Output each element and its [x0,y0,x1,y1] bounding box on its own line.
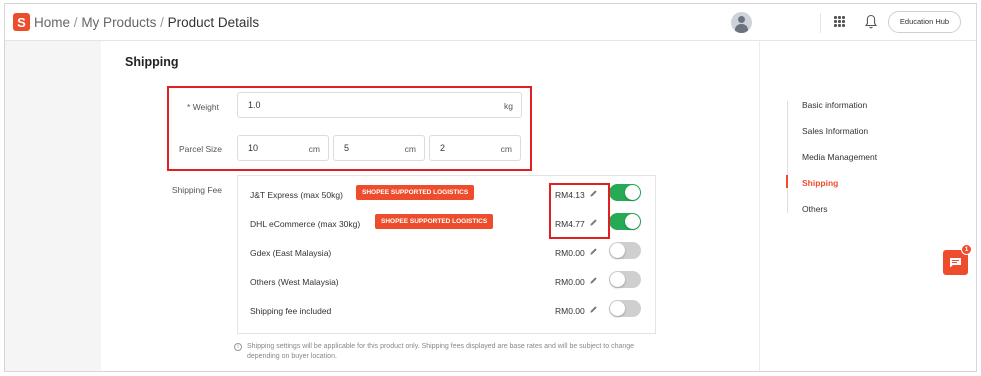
user-avatar-icon[interactable] [731,12,752,33]
avatar-head [738,16,745,23]
parcel-length-input[interactable]: 10 cm [237,135,329,161]
breadcrumb-my-products[interactable]: My Products [81,15,156,30]
parcel-size-label: Parcel Size [179,144,222,154]
parcel-width-input[interactable]: 5 cm [333,135,425,161]
breadcrumb-separator: / [160,15,164,30]
shipping-option-price: RM0.00 [555,277,585,287]
section-nav-track [787,101,788,213]
shipping-option-name: Others (West Malaysia) [250,277,339,287]
shipping-fee-label: Shipping Fee [171,185,222,195]
shipping-option-fee-included: Shipping fee included RM0.00 [238,297,655,325]
shipping-option-toggle[interactable] [609,242,641,259]
parcel-height-unit: cm [500,144,512,154]
shipping-option-price: RM0.00 [555,306,585,316]
parcel-height-value: 2 [440,143,446,153]
shipping-option-name: Shipping fee included [250,306,332,316]
shipping-note: Shipping settings will be applicable for… [247,343,635,360]
parcel-length-unit: cm [308,144,320,154]
section-nav-media-management[interactable]: Media Management [802,152,877,162]
avatar-body [735,24,748,33]
app-window: S Home / My Products / Product Details E… [4,3,977,372]
weight-label-text: Weight [192,102,219,112]
chat-icon [950,258,961,268]
header-divider [820,13,821,33]
highlight-box-prices [549,183,610,239]
section-title: Shipping [125,55,179,69]
breadcrumb-product-details: Product Details [167,15,260,30]
parcel-width-value: 5 [344,143,350,153]
breadcrumb: Home / My Products / Product Details [34,15,259,30]
toggle-knob [625,214,640,229]
shipping-option-others: Others (West Malaysia) RM0.00 [238,268,655,296]
shipping-option-toggle[interactable] [609,213,641,230]
shipping-option-price: RM0.00 [555,248,585,258]
weight-value: 1.0 [248,100,261,110]
section-nav-shipping[interactable]: Shipping [802,178,838,188]
supported-logistics-badge: SHOPEE SUPPORTED LOGISTICS [375,214,494,229]
info-icon: i [234,343,242,351]
shipping-card: Shipping * Weight 1.0 kg Parcel Size 10 … [101,41,759,371]
parcel-height-input[interactable]: 2 cm [429,135,521,161]
parcel-length-value: 10 [248,143,259,153]
education-hub-button[interactable]: Education Hub [888,11,961,33]
shipping-option-gdex: Gdex (East Malaysia) RM0.00 [238,239,655,267]
toggle-knob [610,301,625,316]
section-nav-others[interactable]: Others [802,204,828,214]
supported-logistics-badge: SHOPEE SUPPORTED LOGISTICS [356,185,475,200]
section-nav-basic-information[interactable]: Basic information [802,100,867,110]
section-nav-panel: Basic information Sales Information Medi… [759,41,976,371]
chat-count-badge: 1 [961,244,972,255]
shipping-option-toggle[interactable] [609,271,641,288]
shipping-option-toggle[interactable] [609,300,641,317]
shipping-option-name: J&T Express (max 50kg) [250,190,343,200]
edit-pencil-icon[interactable] [589,247,598,256]
section-nav-sales-information[interactable]: Sales Information [802,126,868,136]
weight-unit: kg [504,101,513,111]
toggle-knob [610,272,625,287]
edit-pencil-icon[interactable] [589,276,598,285]
weight-label: * Weight [161,102,219,112]
shipping-option-name: Gdex (East Malaysia) [250,248,332,258]
toggle-knob [625,185,640,200]
notification-bell-icon[interactable] [865,14,877,30]
apps-grid-icon[interactable] [834,16,845,27]
breadcrumb-home[interactable]: Home [34,15,70,30]
shipping-option-name: DHL eCommerce (max 30kg) [250,219,361,229]
weight-input[interactable]: 1.0 kg [237,92,522,118]
edit-pencil-icon[interactable] [589,305,598,314]
shopee-logo-icon[interactable]: S [13,13,30,31]
required-mark: * [187,102,191,112]
breadcrumb-separator: / [73,15,78,30]
top-bar: S Home / My Products / Product Details E… [5,4,976,41]
toggle-knob [610,243,625,258]
parcel-width-unit: cm [404,144,416,154]
shipping-option-toggle[interactable] [609,184,641,201]
section-nav-active-indicator [786,175,788,188]
